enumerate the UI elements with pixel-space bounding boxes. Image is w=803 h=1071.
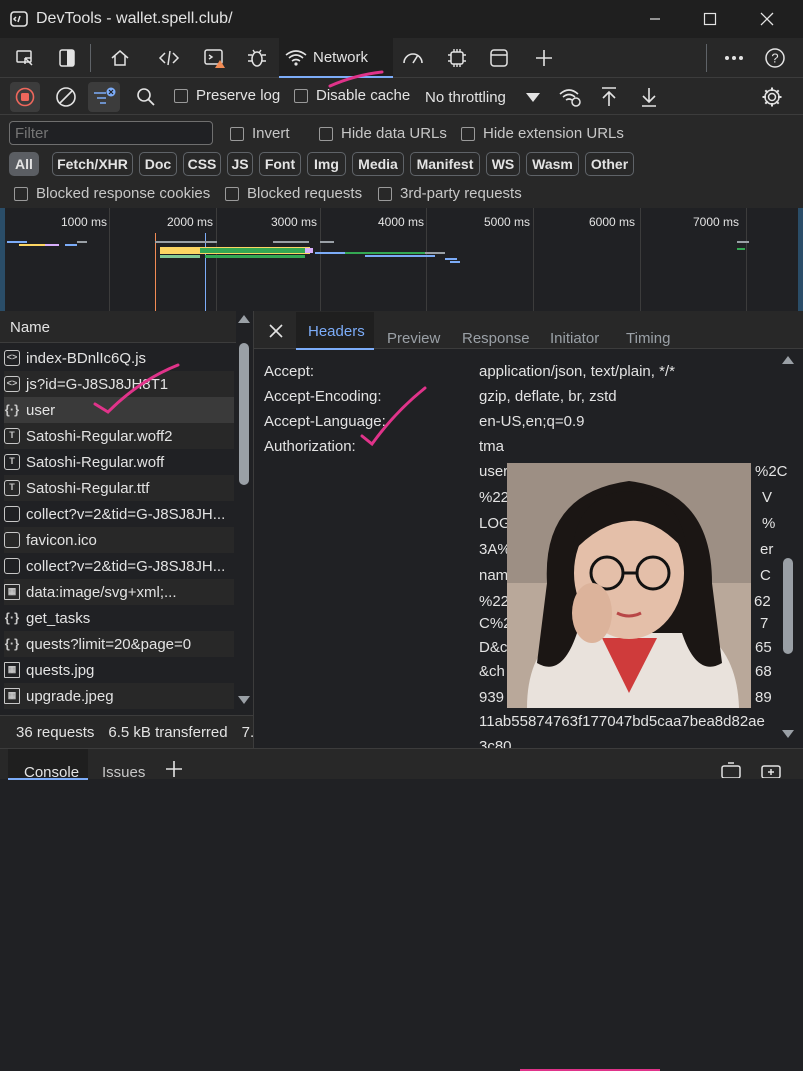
annotation-marks: [93, 70, 427, 447]
add-drawer-tab-plus-icon[interactable]: [164, 759, 184, 779]
tab-issues[interactable]: Issues: [102, 764, 145, 781]
dock-drawer-icon[interactable]: [718, 761, 744, 779]
tab-console[interactable]: Console: [8, 749, 88, 781]
drawer-tab-bar: Console Issues: [0, 748, 803, 781]
close-drawer-icon[interactable]: [758, 761, 784, 779]
tab-console-label: Console: [24, 764, 80, 781]
